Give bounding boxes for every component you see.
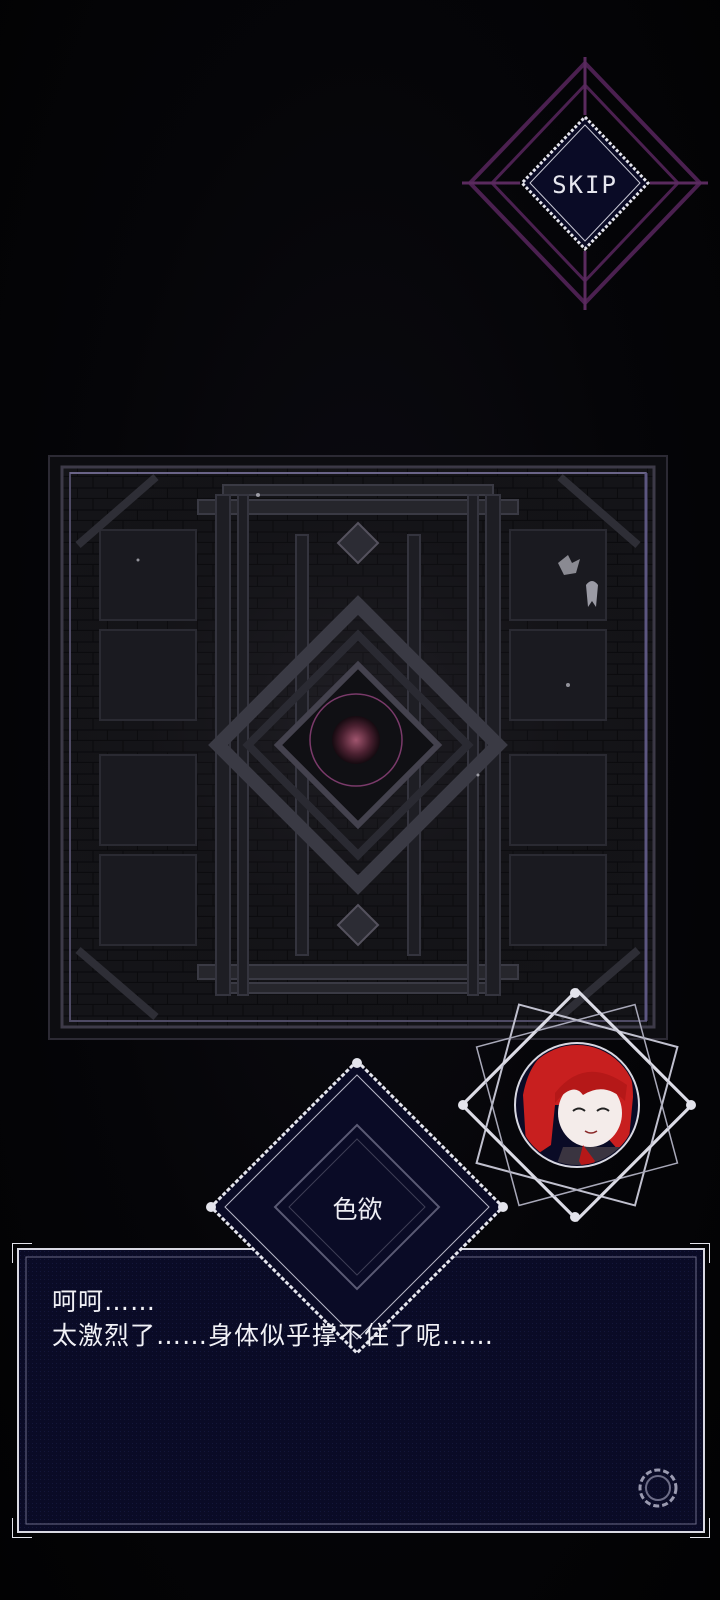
- dialogue-line: 呵呵……: [52, 1287, 157, 1316]
- skip-button[interactable]: SKIP: [460, 55, 710, 315]
- skip-label: SKIP: [552, 171, 618, 199]
- dialogue-line: 太激烈了……身体似乎撑不住了呢……: [52, 1321, 495, 1350]
- gear-ring-icon: [638, 1468, 678, 1508]
- dialogue-text: 呵呵…… 太激烈了……身体似乎撑不住了呢……: [52, 1285, 672, 1353]
- advance-button[interactable]: [632, 1462, 684, 1514]
- game-board: [46, 453, 670, 1042]
